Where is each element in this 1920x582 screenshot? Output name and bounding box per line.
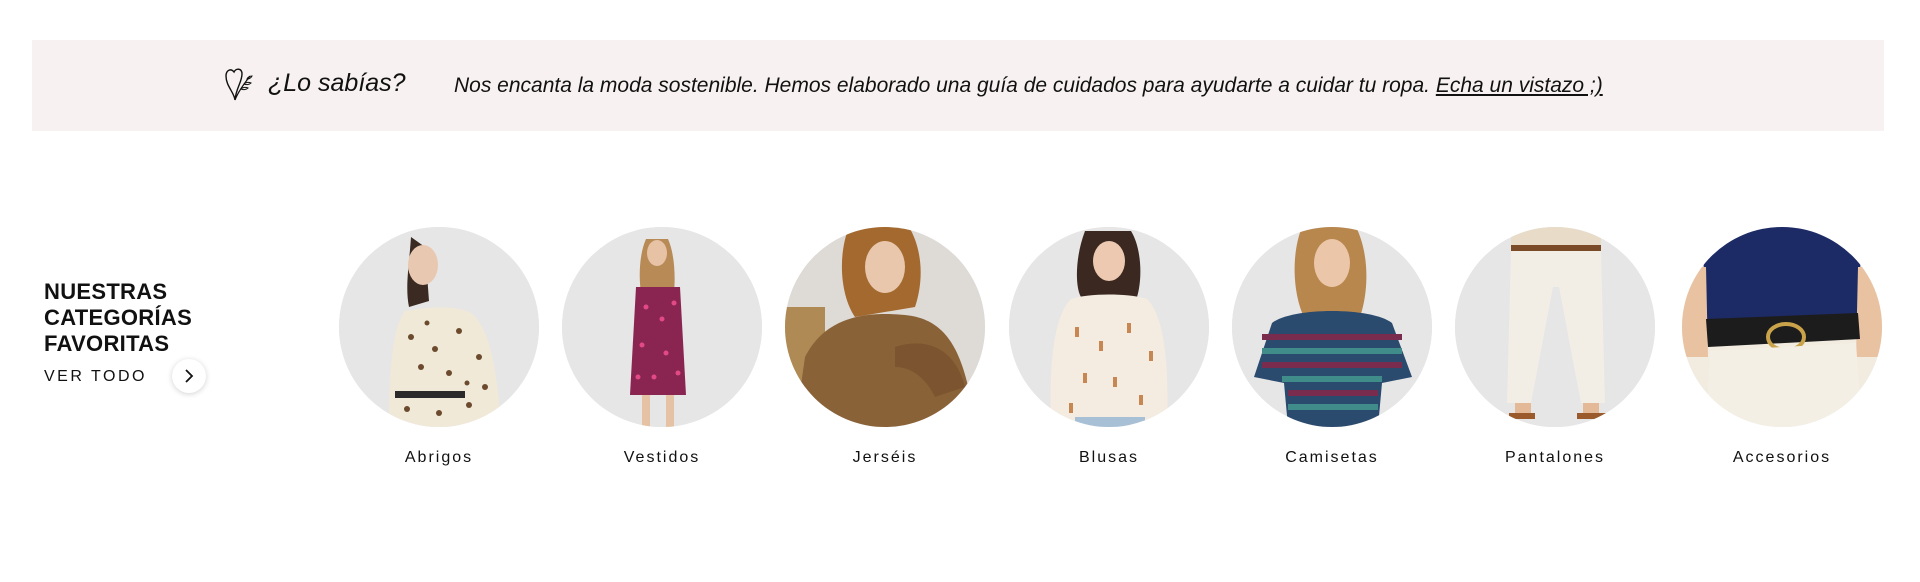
category-image[interactable] [785,227,985,427]
category-accesorios[interactable]: Accesorios [1682,227,1882,467]
category-label[interactable]: Abrigos [339,449,539,467]
banner-title: ¿Lo sabías? [268,69,406,97]
see-all-button[interactable] [172,359,206,393]
category-jerseis[interactable]: Jerséis [785,227,985,467]
category-label[interactable]: Accesorios [1682,449,1882,467]
category-vestidos[interactable]: Vestidos [562,227,762,467]
favorites-title-line3: FAVORITAS [44,331,170,356]
category-pantalones[interactable]: Pantalones [1455,227,1655,467]
category-label[interactable]: Camisetas [1232,449,1432,467]
category-label[interactable]: Jerséis [785,449,985,467]
heart-leaf-icon [225,68,253,101]
see-all-label: VER TODO [44,368,147,385]
favorites-title: NUESTRAS CATEGORÍAS FAVORITAS [44,279,244,357]
banner-message: Nos encanta la moda sostenible. Hemos el… [454,74,1430,97]
category-image[interactable] [562,227,762,427]
category-image[interactable] [1682,227,1882,427]
page: ¿Lo sabías? Nos encanta la moda sostenib… [0,0,1920,582]
favorites-title-line2: CATEGORÍAS [44,305,193,330]
category-abrigos[interactable]: Abrigos [339,227,539,467]
sustainability-banner: ¿Lo sabías? Nos encanta la moda sostenib… [32,40,1884,131]
category-label[interactable]: Pantalones [1455,449,1655,467]
banner-text: Nos encanta la moda sostenible. Hemos el… [454,74,1603,98]
category-image[interactable] [1009,227,1209,427]
favorites-title-line1: NUESTRAS [44,279,168,304]
category-image[interactable] [1232,227,1432,427]
category-image[interactable] [1455,227,1655,427]
category-label[interactable]: Vestidos [562,449,762,467]
category-label[interactable]: Blusas [1009,449,1209,467]
category-camisetas[interactable]: Camisetas [1232,227,1432,467]
see-all-link[interactable]: VER TODO [44,359,206,393]
care-guide-link[interactable]: Echa un vistazo ;) [1436,74,1603,97]
chevron-right-icon [185,369,194,383]
category-image[interactable] [339,227,539,427]
category-blusas[interactable]: Blusas [1009,227,1209,467]
